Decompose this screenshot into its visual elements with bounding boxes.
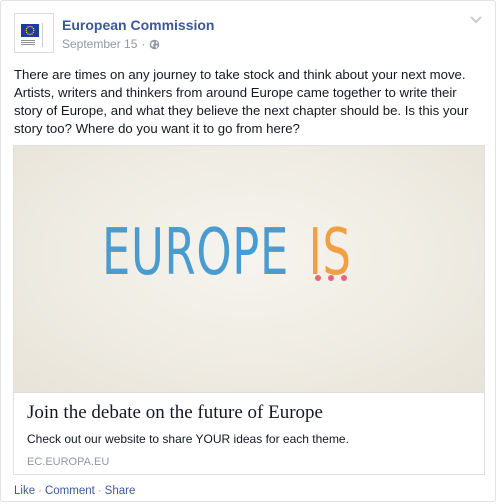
post-date-link[interactable]: September 15 (62, 37, 137, 51)
chevron-down-icon[interactable] (469, 15, 483, 25)
link-preview-image[interactable]: EUROPE IS (14, 146, 484, 393)
link-description: Check out our website to share YOUR idea… (27, 432, 349, 446)
post-text: There are times on any journey to take s… (14, 67, 469, 136)
link-preview-card[interactable]: EUROPE IS Join the debate on the future o… (13, 145, 485, 475)
meta-separator: · (141, 37, 146, 51)
logo-divider (42, 23, 43, 47)
link-domain: EC.EUROPA.EU (27, 456, 110, 468)
eu-flag-logo (21, 24, 39, 37)
logo-word-europe: EUROPE (102, 216, 290, 290)
logo-wordmark-lines (21, 40, 35, 46)
action-separator: · (38, 485, 42, 497)
action-separator: · (97, 485, 102, 497)
page-avatar[interactable] (14, 13, 54, 53)
page-name-link[interactable]: European Commission (62, 17, 214, 33)
like-link[interactable]: Like (14, 485, 35, 497)
post-meta: September 15 · (62, 37, 160, 51)
ellipsis-dots (315, 275, 347, 281)
post-card: European Commission September 15 · There… (0, 0, 496, 502)
post-actions: Like · Comment · Share (14, 485, 135, 497)
link-title[interactable]: Join the debate on the future of Europe (27, 402, 323, 424)
comment-link[interactable]: Comment (45, 485, 95, 497)
share-link[interactable]: Share (105, 485, 136, 497)
globe-icon[interactable] (149, 39, 160, 50)
